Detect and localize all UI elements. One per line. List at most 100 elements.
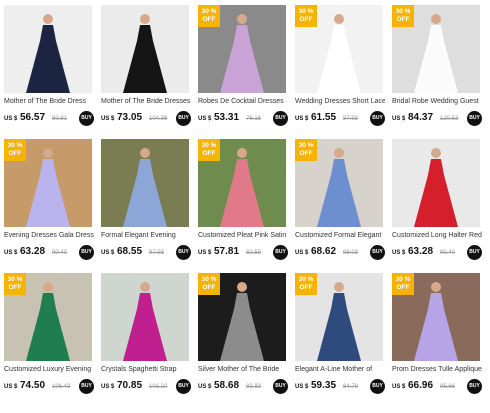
buy-button[interactable]: BUY bbox=[273, 245, 288, 260]
discount-off-label: OFF bbox=[202, 16, 216, 23]
buy-button[interactable]: BUY bbox=[176, 111, 191, 126]
buy-button[interactable]: BUY bbox=[273, 379, 288, 394]
currency-label: US $ bbox=[198, 384, 212, 390]
product-title[interactable]: Bridal Robe Wedding Guest bbox=[392, 97, 482, 106]
discount-off-label: OFF bbox=[396, 16, 410, 23]
price-row: US $ 56.57 80.81 BUY bbox=[4, 111, 94, 126]
discount-percent: 30 % bbox=[201, 142, 217, 149]
product-card[interactable]: 30 % OFF Wedding Dresses Short Lace US $… bbox=[291, 0, 388, 134]
product-title[interactable]: Robes De Cocktail Dresses bbox=[198, 97, 288, 106]
buy-button[interactable]: BUY bbox=[370, 379, 385, 394]
product-title[interactable]: Elegant A-Line Mother of bbox=[295, 365, 385, 374]
product-image[interactable] bbox=[4, 5, 92, 93]
buy-button[interactable]: BUY bbox=[176, 245, 191, 260]
product-card[interactable]: 30 % OFF Customized Pleat Pink Satin US … bbox=[194, 134, 291, 268]
discount-off-label: OFF bbox=[202, 284, 216, 291]
product-title[interactable]: Customized Formal Elegant bbox=[295, 231, 385, 240]
product-card[interactable]: 30 % OFF Silver Mother of The Bride US $… bbox=[194, 268, 291, 402]
buy-button[interactable]: BUY bbox=[467, 111, 482, 126]
dress-image bbox=[101, 5, 189, 93]
discount-badge: 30 % OFF bbox=[198, 5, 220, 27]
currency-label: US $ bbox=[101, 116, 115, 122]
product-image[interactable]: 30 % OFF bbox=[198, 5, 286, 93]
discount-off-label: OFF bbox=[299, 284, 313, 291]
discount-badge: 30 % OFF bbox=[392, 5, 414, 27]
product-image[interactable] bbox=[101, 5, 189, 93]
product-title[interactable]: Mother of The Bride Dresses bbox=[101, 97, 191, 106]
sale-price: 63.28 bbox=[20, 246, 46, 257]
product-title[interactable]: Evening Dresses Gala Dress bbox=[4, 231, 94, 240]
sale-price: 74.50 bbox=[20, 380, 46, 391]
price-row: US $ 68.55 97.93 BUY bbox=[101, 245, 191, 260]
product-image[interactable] bbox=[101, 139, 189, 227]
original-price: 106.43 bbox=[52, 384, 71, 390]
product-card[interactable]: Customized Long Halter Red US $ 63.28 90… bbox=[388, 134, 485, 268]
product-image[interactable]: 30 % OFF bbox=[295, 273, 383, 361]
product-title[interactable]: Customized Long Halter Red bbox=[392, 231, 482, 240]
price-row: US $ 63.28 90.40 BUY bbox=[392, 245, 482, 260]
sale-price: 56.57 bbox=[20, 112, 46, 123]
currency-label: US $ bbox=[392, 116, 406, 122]
product-card[interactable]: Crystals Spaghetti Strap US $ 70.85 101.… bbox=[97, 268, 194, 402]
product-image[interactable]: 30 % OFF bbox=[392, 5, 480, 93]
product-title[interactable]: Mother of The Bride Dress bbox=[4, 97, 94, 106]
product-image[interactable]: 30 % OFF bbox=[295, 5, 383, 93]
dress-image bbox=[392, 139, 480, 227]
sale-price: 66.96 bbox=[408, 380, 434, 391]
product-title[interactable]: Silver Mother of The Bride bbox=[198, 365, 288, 374]
currency-label: US $ bbox=[198, 250, 212, 256]
original-price: 83.83 bbox=[246, 384, 262, 390]
sale-price: 63.28 bbox=[408, 246, 434, 257]
product-image[interactable] bbox=[101, 273, 189, 361]
sale-price: 68.55 bbox=[117, 246, 143, 257]
product-title[interactable]: Wedding Dresses Short Lace bbox=[295, 97, 385, 106]
price-row: US $ 84.37 120.53 BUY bbox=[392, 111, 482, 126]
buy-button[interactable]: BUY bbox=[79, 379, 94, 394]
buy-button[interactable]: BUY bbox=[176, 379, 191, 394]
discount-percent: 30 % bbox=[7, 142, 23, 149]
original-price: 80.81 bbox=[52, 116, 68, 122]
product-card[interactable]: 30 % OFF Prom Dresses Tulle Applique US … bbox=[388, 268, 485, 402]
original-price: 98.03 bbox=[343, 250, 359, 256]
product-image[interactable]: 30 % OFF bbox=[198, 139, 286, 227]
product-card[interactable]: Formal Elegant Evening US $ 68.55 97.93 … bbox=[97, 134, 194, 268]
product-title[interactable]: Crystals Spaghetti Strap bbox=[101, 365, 191, 374]
discount-percent: 30 % bbox=[201, 276, 217, 283]
product-image[interactable]: 30 % OFF bbox=[295, 139, 383, 227]
product-image[interactable]: 30 % OFF bbox=[4, 139, 92, 227]
sale-price: 57.81 bbox=[214, 246, 240, 257]
buy-button[interactable]: BUY bbox=[273, 111, 288, 126]
product-title[interactable]: Customized Luxury Evening bbox=[4, 365, 94, 374]
buy-button[interactable]: BUY bbox=[79, 111, 94, 126]
product-card[interactable]: 30 % OFF Elegant A-Line Mother of US $ 5… bbox=[291, 268, 388, 402]
product-image[interactable]: 30 % OFF bbox=[4, 273, 92, 361]
currency-label: US $ bbox=[4, 116, 18, 122]
discount-badge: 30 % OFF bbox=[295, 5, 317, 27]
product-card[interactable]: 30 % OFF Customized Formal Elegant US $ … bbox=[291, 134, 388, 268]
currency-label: US $ bbox=[101, 250, 115, 256]
buy-button[interactable]: BUY bbox=[79, 245, 94, 260]
original-price: 87.93 bbox=[343, 116, 359, 122]
product-card[interactable]: 30 % OFF Customized Luxury Evening US $ … bbox=[0, 268, 97, 402]
discount-percent: 30 % bbox=[298, 276, 314, 283]
product-title[interactable]: Customized Pleat Pink Satin bbox=[198, 231, 288, 240]
product-card[interactable]: 30 % OFF Robes De Cocktail Dresses US $ … bbox=[194, 0, 291, 134]
product-image[interactable] bbox=[392, 139, 480, 227]
product-title[interactable]: Formal Elegant Evening bbox=[101, 231, 191, 240]
product-card[interactable]: Mother of The Bride Dress US $ 56.57 80.… bbox=[0, 0, 97, 134]
product-image[interactable]: 30 % OFF bbox=[198, 273, 286, 361]
original-price: 90.40 bbox=[52, 250, 68, 256]
product-image[interactable]: 30 % OFF bbox=[392, 273, 480, 361]
buy-button[interactable]: BUY bbox=[467, 379, 482, 394]
product-title[interactable]: Prom Dresses Tulle Applique bbox=[392, 365, 482, 374]
buy-button[interactable]: BUY bbox=[370, 245, 385, 260]
product-card[interactable]: 30 % OFF Evening Dresses Gala Dress US $… bbox=[0, 134, 97, 268]
product-grid: Mother of The Bride Dress US $ 56.57 80.… bbox=[0, 0, 490, 413]
product-card[interactable]: 30 % OFF Bridal Robe Wedding Guest US $ … bbox=[388, 0, 485, 134]
product-card[interactable]: Mother of The Bride Dresses US $ 73.05 1… bbox=[97, 0, 194, 134]
buy-button[interactable]: BUY bbox=[370, 111, 385, 126]
discount-badge: 30 % OFF bbox=[295, 273, 317, 295]
sale-price: 53.31 bbox=[214, 112, 240, 123]
buy-button[interactable]: BUY bbox=[467, 245, 482, 260]
discount-off-label: OFF bbox=[8, 150, 22, 157]
